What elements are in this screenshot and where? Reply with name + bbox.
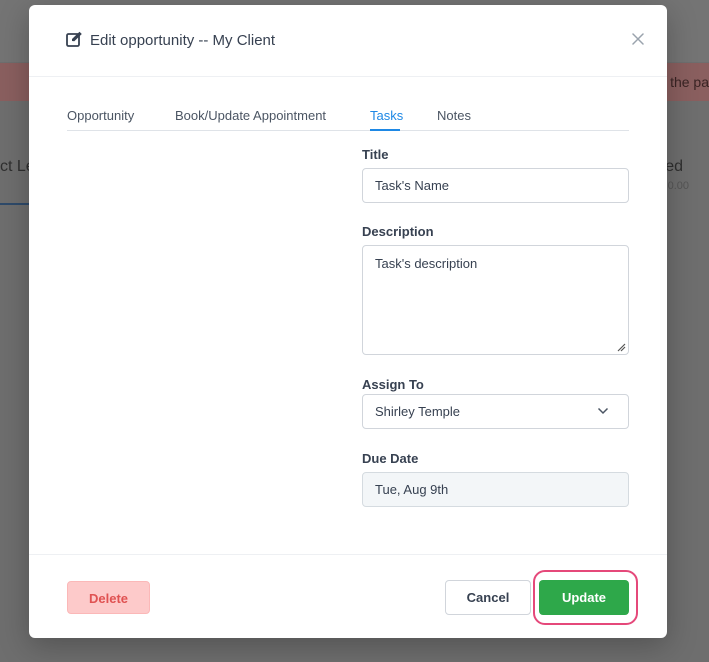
- background-stage-underline: [0, 203, 29, 205]
- background-stage-right-amount: 0.00: [667, 180, 689, 192]
- due-date-label: Due Date: [362, 451, 419, 466]
- chevron-down-icon: [597, 407, 609, 415]
- resize-grip-icon[interactable]: [616, 342, 626, 352]
- tab-book-update-appointment[interactable]: Book/Update Appointment: [175, 108, 326, 123]
- description-label: Description: [362, 224, 434, 239]
- background-banner-text: the pa: [670, 74, 709, 90]
- background-stage-right-label: ed: [665, 158, 683, 175]
- active-tab-indicator: [370, 129, 400, 131]
- modal-header: Edit opportunity -- My Client: [29, 5, 667, 77]
- edit-icon: [66, 31, 82, 47]
- assign-to-label: Assign To: [362, 377, 424, 392]
- description-textarea[interactable]: Task's description: [362, 245, 629, 355]
- title-input[interactable]: Task's Name: [362, 168, 629, 203]
- due-date-input[interactable]: Tue, Aug 9th: [362, 472, 629, 507]
- update-button[interactable]: Update: [539, 580, 629, 615]
- cancel-button[interactable]: Cancel: [445, 580, 531, 615]
- modal-footer-divider: [29, 554, 667, 555]
- edit-opportunity-modal: Edit opportunity -- My Client Opportunit…: [29, 5, 667, 638]
- close-icon[interactable]: [630, 31, 646, 47]
- tab-notes[interactable]: Notes: [437, 108, 471, 123]
- tab-tasks[interactable]: Tasks: [370, 108, 403, 123]
- assign-to-select[interactable]: Shirley Temple: [362, 394, 629, 429]
- title-label: Title: [362, 147, 389, 162]
- delete-button[interactable]: Delete: [67, 581, 150, 614]
- modal-tabs: Opportunity Book/Update Appointment Task…: [67, 105, 629, 131]
- modal-title: Edit opportunity -- My Client: [90, 32, 276, 49]
- tab-opportunity[interactable]: Opportunity: [67, 108, 134, 123]
